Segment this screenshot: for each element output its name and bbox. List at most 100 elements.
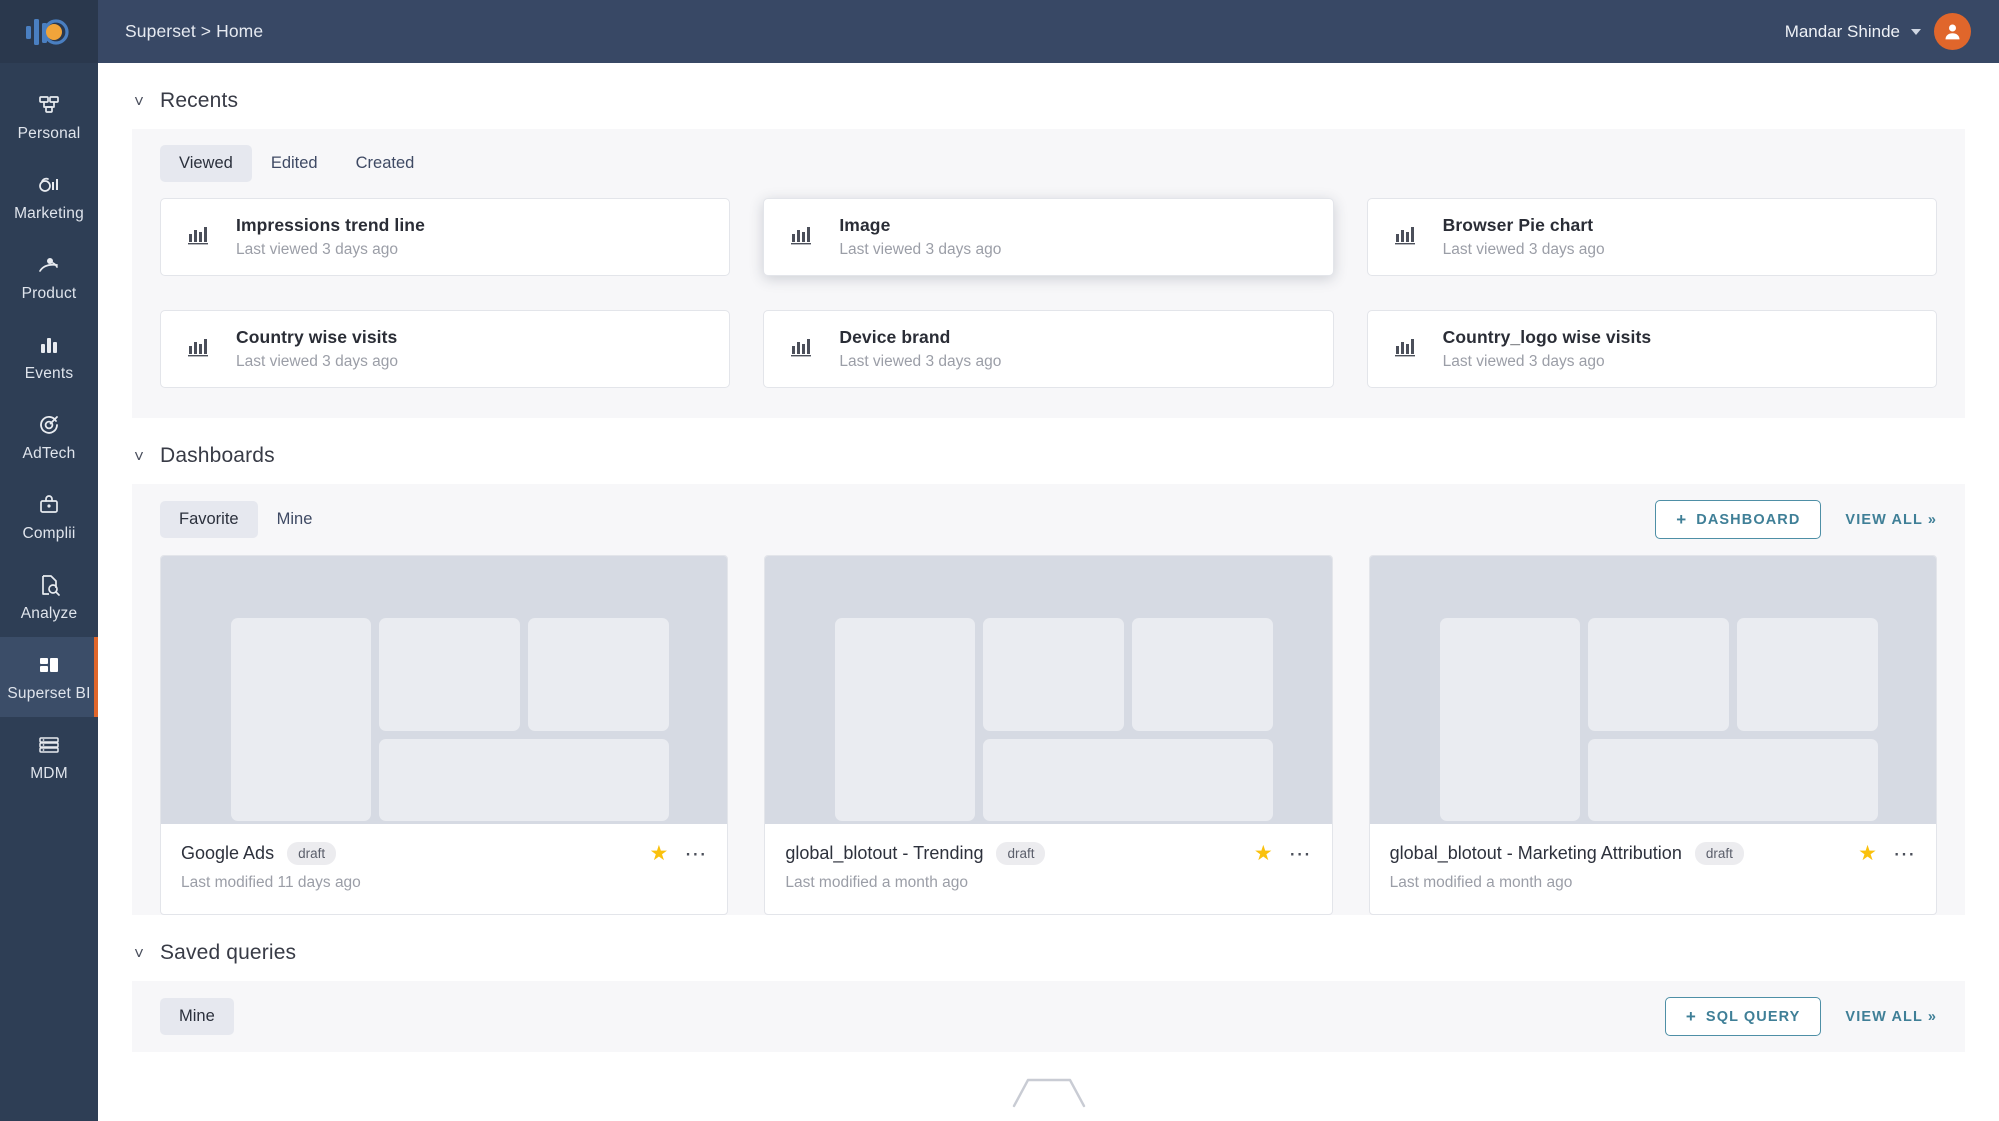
sidebar-item-events[interactable]: Events <box>0 317 98 397</box>
tab-viewed[interactable]: Viewed <box>160 145 252 182</box>
dashboard-card-footer: global_blotout - Marketing Attribution d… <box>1370 824 1936 914</box>
star-icon[interactable]: ★ <box>1254 843 1273 864</box>
sidebar-item-label: Marketing <box>14 204 84 222</box>
bar-chart-icon <box>1394 224 1416 251</box>
sidebar-item-marketing[interactable]: Marketing <box>0 157 98 237</box>
complii-icon <box>36 492 62 518</box>
saved-queries-panel: Mine + SQL QUERY VIEW ALL » <box>132 981 1965 1052</box>
tab-mine[interactable]: Mine <box>160 998 234 1035</box>
saved-queries-toolbar: Mine + SQL QUERY VIEW ALL » <box>132 981 1965 1052</box>
sidebar-item-personal[interactable]: Personal <box>0 77 98 157</box>
breadcrumb[interactable]: Superset > Home <box>125 21 263 42</box>
recents-grid: Impressions trend line Last viewed 3 day… <box>132 198 1965 418</box>
add-dashboard-button[interactable]: + DASHBOARD <box>1655 500 1822 539</box>
saved-queries-actions: + SQL QUERY VIEW ALL » <box>1664 997 1937 1036</box>
saved-queries-view-all-link[interactable]: VIEW ALL » <box>1845 1009 1937 1025</box>
recent-card[interactable]: Image Last viewed 3 days ago <box>763 198 1334 276</box>
sidebar-item-analyze[interactable]: Analyze <box>0 557 98 637</box>
dashboard-card-title[interactable]: Google Ads <box>181 843 274 864</box>
recent-card[interactable]: Impressions trend line Last viewed 3 day… <box>160 198 731 276</box>
dashboard-placeholder-icon <box>1369 556 1936 824</box>
dashboard-card-title[interactable]: global_blotout - Marketing Attribution <box>1390 843 1682 864</box>
sidebar-nav: Personal Marketing Product Events AdTech… <box>0 63 98 797</box>
main-area: Superset > Home Mandar Shinde ˅ Recents <box>98 0 1999 1121</box>
recent-card[interactable]: Browser Pie chart Last viewed 3 days ago <box>1366 198 1937 276</box>
sidebar-item-product[interactable]: Product <box>0 237 98 317</box>
more-options-icon[interactable]: ⋯ <box>1289 842 1312 865</box>
analyze-icon <box>36 572 62 598</box>
sidebar-item-label: Personal <box>17 124 81 142</box>
adtech-icon <box>36 412 62 438</box>
more-options-icon[interactable]: ⋯ <box>1893 842 1916 865</box>
recent-card-title: Country wise visits <box>236 327 398 347</box>
tab-mine[interactable]: Mine <box>258 501 332 538</box>
content-scroll: ˅ Recents Viewed Edited Created Impressi… <box>98 63 1999 1121</box>
recent-card-subtitle: Last viewed 3 days ago <box>839 241 1002 258</box>
personal-icon <box>36 92 62 118</box>
sidebar-item-mdm[interactable]: MDM <box>0 717 98 797</box>
dashboard-placeholder-icon <box>765 556 1332 824</box>
recent-card-subtitle: Last viewed 3 days ago <box>839 353 1002 370</box>
sidebar-item-label: AdTech <box>22 444 76 462</box>
recent-card-subtitle: Last viewed 3 days ago <box>236 353 398 370</box>
avatar[interactable] <box>1934 13 1971 50</box>
recent-card[interactable]: Device brand Last viewed 3 days ago <box>763 310 1334 388</box>
star-icon[interactable]: ★ <box>650 843 669 864</box>
marketing-icon <box>36 172 62 198</box>
sidebar-item-complii[interactable]: Complii <box>0 477 98 557</box>
section-title: Saved queries <box>160 941 297 964</box>
recent-card[interactable]: Country_logo wise visits Last viewed 3 d… <box>1366 310 1937 388</box>
sidebar-item-adtech[interactable]: AdTech <box>0 397 98 477</box>
plus-icon: + <box>1676 510 1688 529</box>
dashboard-card[interactable]: Google Ads draft ★ ⋯ Last modified 11 da… <box>160 555 729 915</box>
recent-card[interactable]: Country wise visits Last viewed 3 days a… <box>160 310 731 388</box>
status-badge: draft <box>996 842 1046 865</box>
dashboards-actions: + DASHBOARD VIEW ALL » <box>1655 500 1937 539</box>
mdm-icon <box>36 732 62 758</box>
user-name: Mandar Shinde <box>1784 21 1900 41</box>
bar-chart-icon <box>790 224 812 251</box>
recents-panel: Viewed Edited Created Impressions trend … <box>132 129 1965 418</box>
dashboard-card-subtitle: Last modified a month ago <box>785 874 968 891</box>
product-icon <box>36 252 62 278</box>
dashboards-panel: Favorite Mine + DASHBOARD VIEW ALL » Goo… <box>132 484 1965 915</box>
saved-queries-empty-state <box>132 1052 1965 1121</box>
recents-tabs: Viewed Edited Created <box>160 145 433 182</box>
dashboard-card[interactable]: global_blotout - Marketing Attribution d… <box>1368 555 1937 915</box>
recent-card-title: Browser Pie chart <box>1442 215 1594 235</box>
add-dashboard-label: DASHBOARD <box>1696 511 1801 528</box>
dashboards-header[interactable]: ˅ Dashboards <box>98 418 1965 484</box>
status-badge: draft <box>287 842 337 865</box>
recent-card-title: Image <box>839 215 891 235</box>
superset-bi-icon <box>36 652 62 678</box>
tab-favorite[interactable]: Favorite <box>160 501 258 538</box>
dashboard-placeholder-icon <box>161 556 728 824</box>
brand-logo[interactable] <box>0 0 98 63</box>
sidebar-item-label: Analyze <box>20 604 78 622</box>
dashboard-card[interactable]: global_blotout - Trending draft ★ ⋯ Last… <box>764 555 1333 915</box>
superset-logo-icon <box>24 15 74 49</box>
tab-edited[interactable]: Edited <box>252 145 337 182</box>
chevron-down-icon[interactable]: ˅ <box>132 448 146 465</box>
dashboard-card-subtitle: Last modified a month ago <box>1389 874 1573 891</box>
star-icon[interactable]: ★ <box>1858 843 1877 864</box>
sidebar-item-label: Product <box>21 284 77 302</box>
dashboards-view-all-link[interactable]: VIEW ALL » <box>1845 512 1937 528</box>
add-sql-query-button[interactable]: + SQL QUERY <box>1664 997 1822 1036</box>
more-options-icon[interactable]: ⋯ <box>684 842 707 865</box>
user-menu[interactable]: Mandar Shinde <box>1785 13 1971 50</box>
plus-icon: + <box>1685 1007 1697 1026</box>
tab-created[interactable]: Created <box>337 145 434 182</box>
dashboard-card-footer: global_blotout - Trending draft ★ ⋯ Last… <box>765 824 1331 914</box>
sidebar-item-superset-bi[interactable]: Superset BI <box>0 637 98 717</box>
chevron-down-icon[interactable]: ˅ <box>132 945 146 962</box>
saved-queries-header[interactable]: ˅ Saved queries <box>98 915 1965 981</box>
events-icon <box>36 332 62 358</box>
recents-toolbar: Viewed Edited Created <box>132 129 1965 198</box>
sidebar-item-label: MDM <box>30 764 68 782</box>
dashboard-card-subtitle: Last modified 11 days ago <box>181 874 361 891</box>
recents-header[interactable]: ˅ Recents <box>98 63 1965 129</box>
chevron-down-icon[interactable]: ˅ <box>132 93 146 110</box>
dashboards-toolbar: Favorite Mine + DASHBOARD VIEW ALL » <box>132 484 1965 555</box>
dashboard-card-title[interactable]: global_blotout - Trending <box>785 843 983 864</box>
